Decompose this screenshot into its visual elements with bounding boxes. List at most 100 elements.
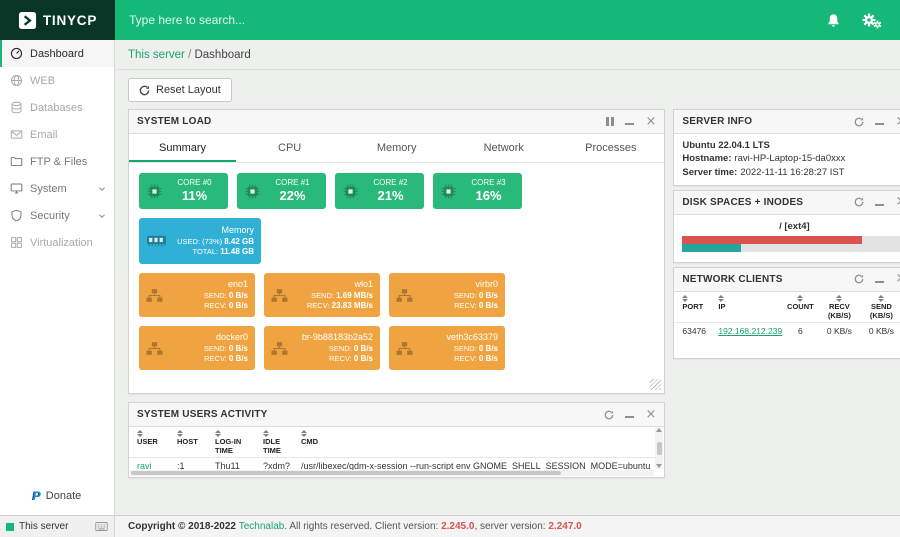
panel-title: SYSTEM USERS ACTIVITY — [137, 409, 268, 420]
tab-summary[interactable]: Summary — [129, 134, 236, 162]
minimize-icon[interactable] — [875, 199, 885, 206]
refresh-icon[interactable] — [604, 410, 614, 420]
minimize-icon[interactable] — [875, 118, 885, 125]
table-header-row: PORT IP COUNT RECV (KB/S) SEND (KB/S) — [674, 292, 900, 324]
console-icon — [95, 521, 108, 532]
logo-icon — [18, 11, 36, 29]
system-load-tabs: Summary CPU Memory Network Processes — [129, 134, 665, 163]
copyright-bar: Copyright © 2018-2022 Technalab. All rig… — [115, 516, 900, 537]
column-header-port[interactable]: PORT — [682, 294, 714, 320]
system-users-activity-panel: SYSTEM USERS ACTIVITY × USER HOST LOG-IN… — [128, 402, 666, 478]
donate-button[interactable]: P Donate — [0, 479, 114, 515]
dashboard-panels: SYSTEM LOAD × Summary CPU Memory Network… — [115, 109, 900, 478]
server-time-label: Server time: — [682, 166, 738, 178]
column-header-ip[interactable]: IP — [718, 294, 780, 320]
network-icon — [271, 288, 288, 302]
folder-icon — [10, 156, 23, 167]
panel-title: DISK SPACES + INODES — [682, 196, 804, 208]
sidebar-item-virtualization[interactable]: Virtualization — [0, 229, 114, 256]
mount-point-label: / [ext4] — [779, 220, 810, 232]
minimize-icon[interactable] — [875, 276, 885, 283]
tab-memory[interactable]: Memory — [343, 134, 450, 162]
column-header-idle-time[interactable]: IDLE TIME — [263, 430, 297, 455]
column-header-count[interactable]: COUNT — [784, 294, 816, 320]
refresh-icon[interactable] — [854, 197, 864, 207]
refresh-icon[interactable] — [854, 117, 864, 127]
network-icon — [146, 341, 163, 355]
core-widget: CORE #3 16% — [433, 173, 522, 209]
toolbar: Reset Layout — [115, 70, 900, 109]
network-clients-table: PORT IP COUNT RECV (KB/S) SEND (KB/S) 63… — [674, 292, 900, 358]
client-version: 2.245.0 — [441, 521, 475, 532]
column-header-user[interactable]: USER — [137, 430, 173, 455]
table-header-row: USER HOST LOG-IN TIME IDLE TIME CMD — [129, 427, 665, 459]
network-clients-panel: NETWORK CLIENTS × PORT IP COUNT — [673, 266, 900, 359]
core-widget: CORE #0 11% — [139, 173, 228, 209]
cell-ip-link[interactable]: 192.168.212.239 — [718, 326, 782, 336]
panel-tools: × — [604, 408, 656, 421]
topbar-actions — [826, 12, 900, 29]
shield-icon — [11, 209, 22, 222]
interface-widgets-row: docker0 SEND: 0 B/s RECV: 0 B/s br-9b881… — [139, 326, 654, 370]
panel-tools: × — [854, 272, 900, 285]
sort-icon — [797, 294, 804, 302]
vertical-scrollbar[interactable] — [655, 427, 664, 469]
panel-title: NETWORK CLIENTS — [682, 273, 783, 285]
system-load-header: SYSTEM LOAD × — [129, 110, 665, 134]
settings-cogs-icon[interactable] — [861, 12, 882, 29]
network-icon — [396, 341, 413, 355]
breadcrumb-root[interactable]: This server — [128, 49, 185, 61]
minimize-icon[interactable] — [625, 411, 635, 418]
close-icon[interactable]: × — [645, 115, 656, 128]
column-header-send[interactable]: SEND (KB/S) — [862, 294, 900, 320]
cpu-chip-icon — [147, 184, 162, 198]
server-selector[interactable]: This server — [0, 516, 115, 537]
sidebar-item-email[interactable]: Email — [0, 121, 114, 148]
sidebar-item-ftp-files[interactable]: FTP & Files — [0, 148, 114, 175]
copyright-text: Copyright © 2018-2022 — [128, 521, 239, 532]
server-info-body: Ubuntu 22.04.1 LTS Hostname: ravi-HP-Lapt… — [674, 134, 900, 185]
sidebar-item-label: WEB — [30, 74, 56, 87]
pause-icon[interactable] — [606, 117, 615, 126]
sidebar-item-databases[interactable]: Databases — [0, 94, 114, 121]
tinycp-app: TINYCP Type here to search... Dashboard … — [0, 0, 900, 537]
column-header-host[interactable]: HOST — [177, 430, 211, 455]
column-header-login-time[interactable]: LOG-IN TIME — [215, 430, 259, 455]
logo[interactable]: TINYCP — [0, 0, 115, 40]
notifications-bell-icon[interactable] — [826, 13, 841, 28]
reset-layout-button[interactable]: Reset Layout — [128, 78, 232, 102]
close-icon[interactable]: × — [895, 115, 900, 128]
column-header-cmd[interactable]: CMD — [301, 430, 650, 455]
network-interface-widget: wlo1 SEND: 1.69 MB/s RECV: 23.83 MB/s — [264, 273, 380, 317]
donate-label: Donate — [45, 490, 82, 502]
interface-widgets-row: eno1 SEND: 0 B/s RECV: 0 B/s wlo1 SEND: … — [139, 273, 654, 317]
sidebar-item-dashboard[interactable]: Dashboard — [0, 40, 114, 67]
search-input[interactable] — [129, 13, 617, 27]
sidebar-item-system[interactable]: System — [0, 175, 114, 202]
cell-count: 6 — [798, 326, 803, 337]
disk-spaces-panel: DISK SPACES + INODES × / [ext4] — [673, 189, 900, 263]
server-info-panel: SERVER INFO × Ubuntu 22.04.1 LTS Hostnam… — [673, 109, 900, 186]
tab-cpu[interactable]: CPU — [236, 134, 343, 162]
brand-link[interactable]: Technalab — [239, 521, 285, 532]
reset-layout-label: Reset Layout — [156, 84, 221, 96]
tab-processes[interactable]: Processes — [557, 134, 664, 162]
network-icon — [396, 288, 413, 302]
network-interface-widget: docker0 SEND: 0 B/s RECV: 0 B/s — [139, 326, 255, 370]
column-header-recv[interactable]: RECV (KB/S) — [820, 294, 858, 320]
sort-icon — [682, 294, 689, 302]
sort-icon — [263, 430, 269, 437]
network-interface-widget: veth3c63379 SEND: 0 B/s RECV: 0 B/s — [389, 326, 505, 370]
tab-network[interactable]: Network — [450, 134, 557, 162]
sidebar-item-label: Security — [30, 209, 70, 222]
close-icon[interactable]: × — [895, 272, 900, 285]
minimize-icon[interactable] — [625, 118, 635, 125]
close-icon[interactable]: × — [645, 408, 656, 421]
refresh-icon[interactable] — [854, 274, 864, 284]
sidebar-item-security[interactable]: Security — [0, 202, 114, 229]
panel-tools: × — [606, 115, 656, 128]
sidebar-item-web[interactable]: WEB — [0, 67, 114, 94]
close-icon[interactable]: × — [895, 195, 900, 208]
horizontal-scrollbar[interactable] — [130, 470, 655, 476]
resize-handle[interactable] — [650, 379, 662, 390]
